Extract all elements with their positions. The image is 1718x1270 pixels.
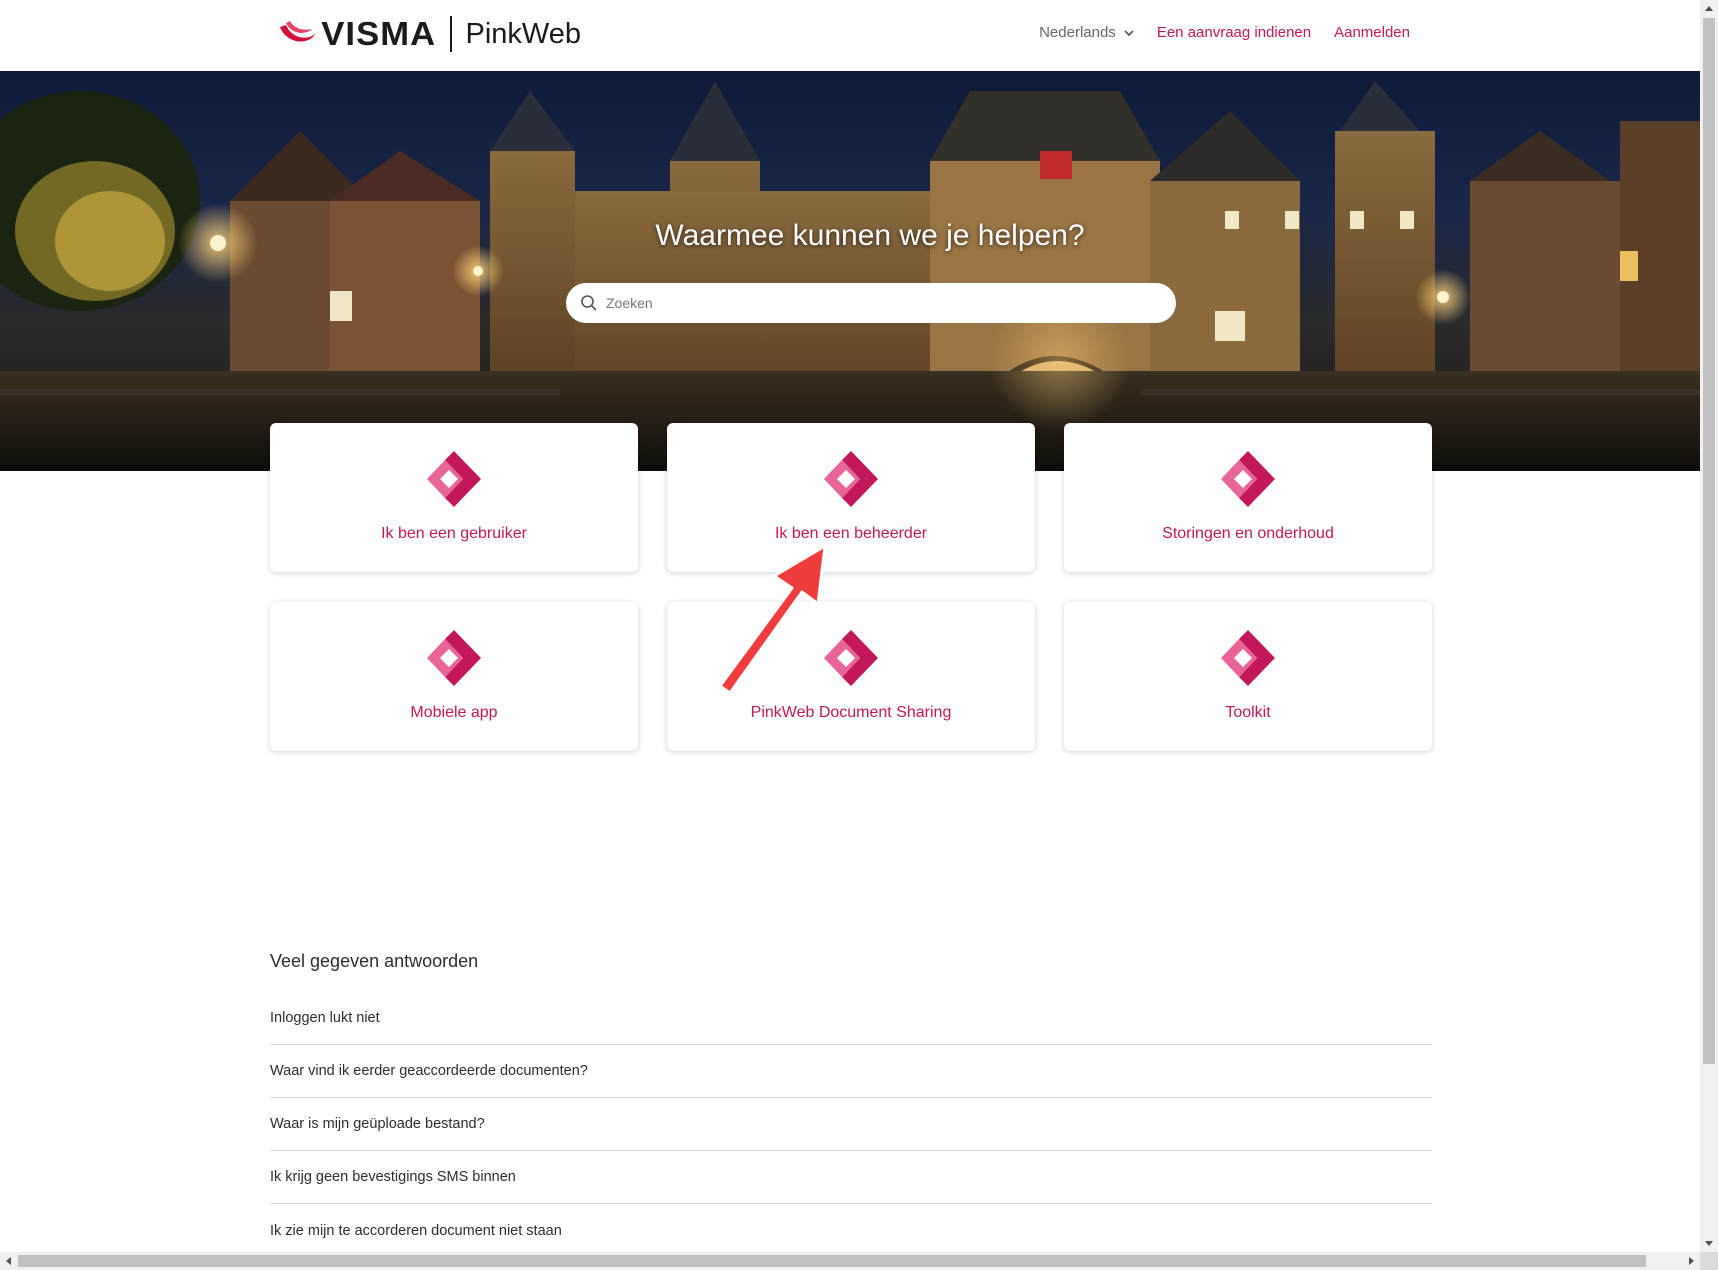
top-nav: Nederlands Een aanvraag indienen Aanmeld… — [1039, 24, 1410, 41]
hero-banner: Waarmee kunnen we je helpen? — [0, 71, 1700, 471]
pinkweb-logo-icon — [427, 451, 481, 507]
hero-title: Waarmee kunnen we je helpen? — [655, 219, 1085, 252]
card-label: Toolkit — [1225, 704, 1271, 721]
logo-divider — [449, 16, 452, 52]
vertical-scroll-thumb[interactable] — [1703, 18, 1715, 1064]
pinkweb-logo-icon — [1221, 451, 1275, 507]
vertical-scrollbar[interactable] — [1700, 0, 1718, 1252]
card-label: Ik ben een beheerder — [774, 525, 928, 542]
language-selector[interactable]: Nederlands — [1039, 24, 1134, 41]
card-outages[interactable]: Storingen en onderhoud — [1064, 423, 1432, 572]
faq-list: Inloggen lukt niet Waar vind ik eerder g… — [270, 992, 1432, 1257]
faq-item[interactable]: Ik zie mijn te accorderen document niet … — [270, 1204, 1432, 1257]
card-user[interactable]: Ik ben een gebruiker — [270, 423, 638, 572]
faq-item[interactable]: Waar is mijn geüploade bestand? — [270, 1098, 1432, 1151]
card-label: Mobiele app — [410, 704, 498, 721]
castle-gate-night-photo — [0, 81, 1700, 471]
faq-title: Veel gegeven antwoorden — [270, 951, 479, 971]
pinkweb-logo-icon — [824, 630, 878, 686]
pinkweb-logo-icon — [824, 451, 878, 507]
scroll-down-icon[interactable] — [1705, 1241, 1713, 1246]
faq-item[interactable]: Inloggen lukt niet — [270, 992, 1432, 1045]
search-icon — [581, 295, 597, 311]
faq-item[interactable]: Ik krijg geen bevestigings SMS binnen — [270, 1151, 1432, 1204]
scroll-right-icon[interactable] — [1689, 1257, 1694, 1265]
faq-item[interactable]: Waar vind ik eerder geaccordeerde docume… — [270, 1045, 1432, 1098]
product-name: PinkWeb — [465, 17, 582, 50]
site-header: VISMA PinkWeb Nederlands Een aanvraag in… — [0, 0, 1700, 71]
card-toolkit[interactable]: Toolkit — [1064, 602, 1432, 751]
category-cards: Ik ben een gebruiker Ik ben een beheerde… — [270, 423, 1432, 751]
search-bar[interactable] — [566, 283, 1176, 323]
search-input[interactable] — [606, 295, 1146, 311]
pinkweb-logo-icon — [427, 630, 481, 686]
scrollbar-corner — [1700, 1252, 1718, 1270]
visma-swoosh-icon — [280, 21, 316, 42]
horizontal-scroll-thumb[interactable] — [18, 1255, 1646, 1267]
submit-request-link[interactable]: Een aanvraag indienen — [1157, 24, 1311, 41]
card-document-sharing[interactable]: PinkWeb Document Sharing — [667, 602, 1035, 751]
visma-wordmark: VISMA — [321, 15, 437, 52]
language-label: Nederlands — [1039, 24, 1116, 41]
card-admin[interactable]: Ik ben een beheerder — [667, 423, 1035, 572]
chevron-down-icon — [1124, 29, 1134, 36]
visma-pinkweb-logo[interactable]: VISMA PinkWeb — [278, 14, 581, 54]
card-mobile-app[interactable]: Mobiele app — [270, 602, 638, 751]
card-label: Storingen en onderhoud — [1162, 525, 1334, 542]
scroll-left-icon[interactable] — [6, 1257, 11, 1265]
pinkweb-logo-icon — [1221, 630, 1275, 686]
card-label: PinkWeb Document Sharing — [750, 704, 952, 721]
scroll-up-icon[interactable] — [1705, 6, 1713, 11]
card-label: Ik ben een gebruiker — [381, 525, 527, 542]
sign-in-link[interactable]: Aanmelden — [1334, 24, 1410, 41]
horizontal-scrollbar[interactable] — [0, 1252, 1700, 1270]
